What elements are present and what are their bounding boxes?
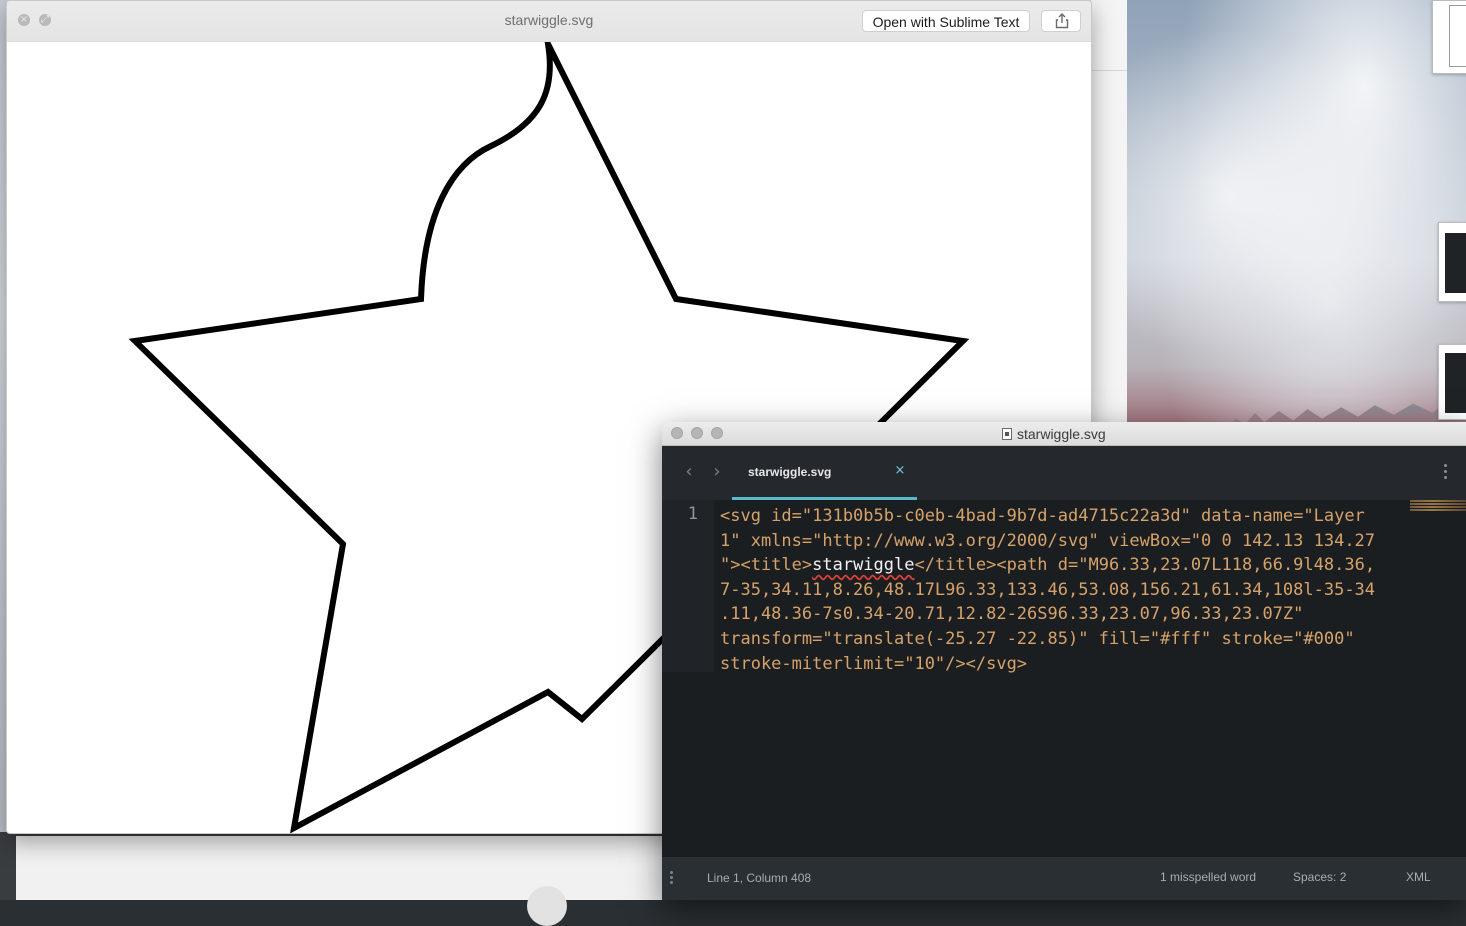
tab-starwiggle-svg[interactable]: starwiggle.svg × (732, 446, 917, 500)
syntax-selector[interactable]: XML (1406, 870, 1431, 884)
code-editor[interactable]: 1 <svg id="131b0b5b-c0eb-4bad-9b7d-ad471… (662, 500, 1466, 856)
line-number: 1 (687, 504, 698, 524)
more-options-icon[interactable] (1440, 462, 1450, 482)
open-with-sublime-button[interactable]: Open with Sublime Text (862, 10, 1030, 32)
sublime-text-window: starwiggle.svg ‹ › starwiggle.svg × 1 <s… (662, 422, 1466, 900)
sublime-titlebar: starwiggle.svg (662, 422, 1466, 446)
sublime-window-title: starwiggle.svg (1002, 426, 1142, 442)
window-zoom-button[interactable] (711, 427, 723, 439)
background-window-content (16, 836, 662, 900)
code-line-2: 1" xmlns="http://www.w3.org/2000/svg" vi… (720, 530, 1376, 551)
document-icon (1002, 428, 1012, 440)
status-bar: Line 1, Column 408 1 misspelled word Spa… (662, 856, 1466, 900)
share-icon (1055, 13, 1069, 29)
code-line-3-start: "><title> (720, 555, 813, 576)
background-circle (527, 886, 567, 926)
indentation-setting[interactable]: Spaces: 2 (1293, 870, 1346, 884)
code-line-3-end: </title><path d="M96.33,23.07L118,66.9l4… (914, 555, 1376, 576)
code-line-1: <svg id="131b0b5b-c0eb-4bad-9b7d-ad4715c… (720, 506, 1365, 526)
chevron-right-icon[interactable]: › (709, 462, 725, 482)
desktop-thumbnail-1[interactable] (1432, 0, 1466, 74)
window-minimize-button[interactable] (691, 427, 703, 439)
quicklook-title: starwiggle.svg (504, 12, 594, 28)
code-line-4: 7-35,34.11,8.26,48.17L96.33,133.46,53.08… (720, 579, 1376, 600)
cursor-position: Line 1, Column 408 (707, 871, 812, 885)
desktop-thumbnail-2[interactable] (1438, 222, 1466, 302)
window-close-button[interactable] (671, 427, 683, 439)
code-line-5: .11,48.36-7s0.34-20.71,12.82-26S96.33,23… (720, 604, 1304, 625)
spellcheck-status[interactable]: 1 misspelled word (1160, 870, 1256, 884)
desktop-wallpaper (1126, 0, 1466, 430)
code-line-6: transform="translate(-25.27 -22.85)" fil… (720, 628, 1355, 649)
code-text[interactable]: <svg id="131b0b5b-c0eb-4bad-9b7d-ad4715c… (720, 504, 1420, 676)
tab-bar: ‹ › starwiggle.svg × (662, 446, 1466, 500)
code-line-3: "><title>starwiggle</title><path d="M96.… (720, 553, 1420, 578)
panel-toggle-icon[interactable] (670, 871, 674, 887)
desktop-thumbnail-3[interactable] (1438, 344, 1466, 420)
fullscreen-icon[interactable]: ⤢ (39, 14, 51, 26)
chevron-left-icon[interactable]: ‹ (681, 462, 697, 482)
sublime-window-title-text: starwiggle.svg (1017, 426, 1106, 442)
tab-label: starwiggle.svg (748, 465, 832, 479)
quicklook-titlebar: × ⤢ starwiggle.svg Open with Sublime Tex… (7, 1, 1091, 42)
close-icon[interactable]: × (18, 14, 30, 26)
code-line-7: stroke-miterlimit="10"/></svg> (720, 653, 1028, 674)
close-tab-icon[interactable]: × (892, 462, 908, 480)
share-button[interactable] (1041, 10, 1081, 32)
line-gutter: 1 (662, 500, 714, 672)
minimap[interactable] (1410, 500, 1466, 516)
misspelled-word[interactable]: starwiggle (812, 555, 914, 575)
background-window-edge (1090, 0, 1127, 430)
